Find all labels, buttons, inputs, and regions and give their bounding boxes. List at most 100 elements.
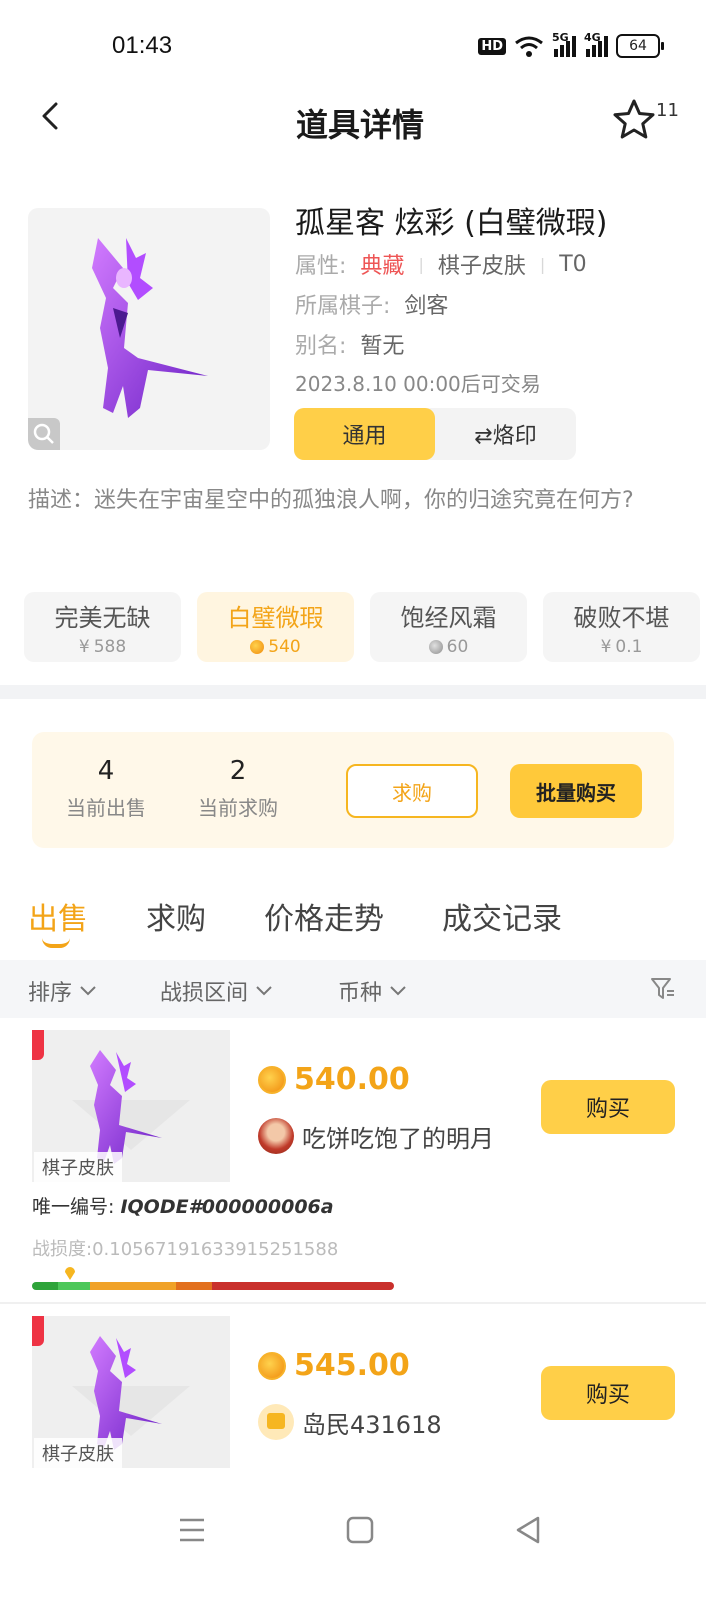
piece-label: 所属棋子: <box>295 294 391 319</box>
yuan-sign: ¥ <box>600 637 612 657</box>
mode-brand-button[interactable]: ⇄烙印 <box>435 408 576 460</box>
chevron-down-icon <box>80 986 96 996</box>
listing-price: 545.00 <box>258 1348 410 1383</box>
condition-name: 完美无缺 <box>54 604 151 632</box>
favorite-count: 11 <box>656 100 679 121</box>
selling-label: 当前出售 <box>66 796 146 820</box>
hd-icon: HD <box>478 37 506 55</box>
selling-count: 4 <box>97 756 115 786</box>
yuan-sign: ¥ <box>78 637 90 657</box>
attr-label: 属性: <box>295 254 347 279</box>
trade-time: 2023.8.10 00:00后可交易 <box>295 372 541 396</box>
coin-icon <box>258 1065 286 1094</box>
stat-selling[interactable]: 4 当前出售 <box>46 756 166 821</box>
tab-buy-requests[interactable]: 求购 <box>146 894 206 938</box>
zoom-icon[interactable] <box>28 418 60 450</box>
seller-name: 岛民431618 <box>302 1410 442 1439</box>
chevron-down-icon <box>256 986 272 996</box>
avatar <box>258 1404 294 1440</box>
type-value: 棋子皮肤 <box>437 254 526 279</box>
condition-card-weathered[interactable]: 饱经风霜 60 <box>370 592 527 662</box>
nav-bar: 道具详情 11 <box>0 90 720 150</box>
rarity-corner-marker <box>32 1316 44 1346</box>
item-description: 描述：迷失在宇宙星空中的孤独浪人啊，你的归途究竟在何方? <box>28 488 634 513</box>
silver-coin-icon <box>428 640 443 654</box>
tab-bar: 出售 求购 价格走势 成交记录 <box>28 894 562 948</box>
unique-id-code: IQODE#000000006a <box>120 1196 334 1218</box>
status-bar: 01:43 HD 5G 4G 64 <box>0 0 720 90</box>
divider: | <box>539 254 546 274</box>
coin-icon <box>250 640 265 654</box>
wear-range-filter[interactable]: 战损区间 <box>160 975 274 1007</box>
batch-buy-button[interactable]: 批量购买 <box>510 764 642 818</box>
avatar <box>258 1118 294 1154</box>
wifi-icon <box>515 36 543 57</box>
buying-count: 2 <box>229 756 247 786</box>
buy-button[interactable]: 购买 <box>541 1080 675 1134</box>
seller-name: 吃饼吃饱了的明月 <box>302 1124 494 1153</box>
tab-transaction-history[interactable]: 成交记录 <box>442 894 562 938</box>
system-navigation-bar <box>0 1480 720 1600</box>
wear-value: 战损度:0.10567191633915251588 <box>32 1239 339 1260</box>
battery-icon: 64 <box>616 34 664 58</box>
buying-label: 当前求购 <box>198 796 278 820</box>
item-type-tag: 棋子皮肤 <box>34 1438 122 1468</box>
item-image[interactable] <box>28 208 270 450</box>
attribute-row: 属性: 典藏 | 棋子皮肤 | T0 <box>295 248 587 280</box>
listing-thumbnail[interactable]: 棋子皮肤 <box>32 1030 230 1182</box>
mode-toggle: 通用 ⇄烙印 <box>294 408 576 460</box>
active-tab-indicator <box>42 938 70 948</box>
piece-value: 剑客 <box>404 294 449 319</box>
filter-icon[interactable] <box>650 976 676 1002</box>
alias-row: 别名: 暂无 <box>295 328 404 360</box>
star-icon[interactable] <box>610 96 658 144</box>
sort-filter[interactable]: 排序 <box>28 975 98 1007</box>
tab-sell[interactable]: 出售 <box>28 894 88 948</box>
condition-card-minor-flaw[interactable]: 白璧微瑕 540 <box>197 592 354 662</box>
currency-filter[interactable]: 币种 <box>338 975 408 1007</box>
seller-info[interactable]: 岛民431618 <box>258 1404 442 1440</box>
coin-icon <box>258 1351 286 1380</box>
listing-item: 棋子皮肤 545.00 岛民431618 购买 <box>0 1316 706 1486</box>
condition-price: 540 <box>197 637 354 657</box>
alias-label: 别名: <box>295 334 347 359</box>
wear-bar <box>32 1282 394 1290</box>
wear-marker-icon <box>65 1267 76 1280</box>
divider: | <box>418 254 424 274</box>
signal-5g-icon: 5G <box>552 31 576 57</box>
rarity-corner-marker <box>32 1030 44 1060</box>
mode-general-button[interactable]: 通用 <box>294 408 435 460</box>
buy-button[interactable]: 购买 <box>541 1366 675 1420</box>
condition-price: ¥0.1 <box>600 637 643 657</box>
listing-item: 棋子皮肤 540.00 吃饼吃饱了的明月 购买 唯一编号: IQODE#0000… <box>0 1030 706 1305</box>
request-buy-button[interactable]: 求购 <box>346 764 478 818</box>
condition-name: 饱经风霜 <box>400 604 497 632</box>
status-time: 01:43 <box>112 32 173 59</box>
signal-4g-icon: 4G <box>584 31 608 57</box>
seller-info[interactable]: 吃饼吃饱了的明月 <box>258 1118 494 1154</box>
divider <box>0 1302 706 1304</box>
piece-row: 所属棋子: 剑客 <box>295 288 448 320</box>
listing-price: 540.00 <box>258 1062 410 1097</box>
character-illustration <box>92 238 208 418</box>
condition-price: 60 <box>370 637 527 657</box>
home-icon[interactable] <box>340 1510 380 1550</box>
unique-id: 唯一编号: IQODE#000000006a <box>32 1196 334 1218</box>
item-type-tag: 棋子皮肤 <box>34 1152 122 1182</box>
market-stats-panel: 4 当前出售 2 当前求购 求购 批量购买 <box>32 732 674 848</box>
listing-thumbnail[interactable]: 棋子皮肤 <box>32 1316 230 1468</box>
rarity-value: 典藏 <box>360 254 405 279</box>
status-icons: HD 5G 4G 64 <box>478 31 664 58</box>
condition-name: 破败不堪 <box>573 604 670 632</box>
condition-name: 白璧微瑕 <box>227 604 324 632</box>
stat-buying[interactable]: 2 当前求购 <box>178 756 298 821</box>
section-divider <box>0 685 706 699</box>
back-icon[interactable] <box>508 1510 548 1550</box>
condition-card-broken[interactable]: 破败不堪 ¥0.1 <box>543 592 700 662</box>
menu-icon[interactable] <box>172 1510 212 1550</box>
condition-selector: 完美无缺 ¥588 白璧微瑕 540 饱经风霜 60 破败不堪 ¥0.1 <box>24 592 700 662</box>
tab-price-trend[interactable]: 价格走势 <box>264 894 384 938</box>
alias-value: 暂无 <box>360 334 405 359</box>
condition-card-perfect[interactable]: 完美无缺 ¥588 <box>24 592 181 662</box>
tier-value: T0 <box>559 251 587 277</box>
